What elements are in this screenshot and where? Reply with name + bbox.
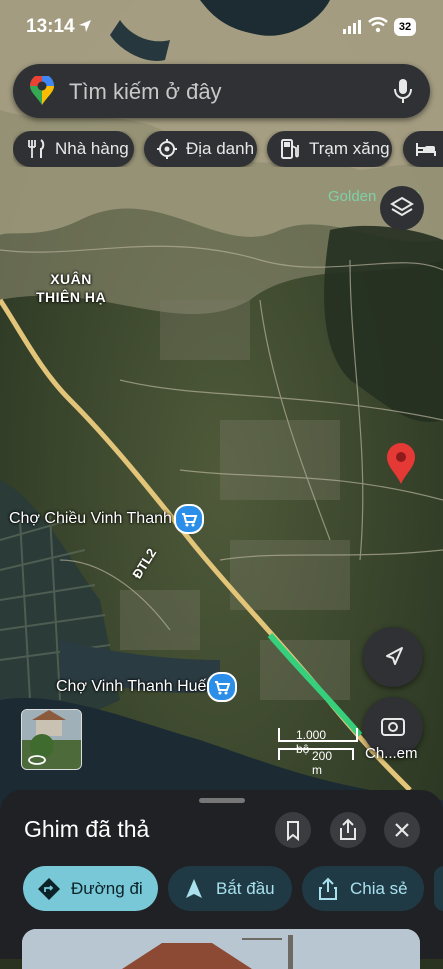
chip-label: Địa danh [186, 139, 255, 158]
navigation-arrow-icon [386, 647, 403, 665]
google-maps-pin-icon [30, 76, 54, 105]
gas-station-icon [281, 139, 299, 159]
share-button[interactable]: Chia sẻ [302, 866, 424, 911]
street-view-thumbnail[interactable] [21, 709, 82, 770]
layers-button[interactable] [380, 186, 424, 230]
sheet-title: Ghim đã thả [24, 816, 150, 842]
category-chips: Nhà hàng Địa danh Trạm xăng K [13, 131, 443, 167]
drag-handle[interactable] [199, 798, 245, 803]
status-time: 13:14 [26, 16, 75, 37]
battery-icon: 32 [394, 18, 416, 36]
camera-label: Ch...em [365, 745, 418, 762]
location-arrow-icon [79, 20, 91, 32]
shopping-cart-icon[interactable] [207, 672, 237, 702]
my-location-button[interactable] [363, 627, 423, 687]
chip-landmarks[interactable]: Địa danh [144, 131, 257, 167]
place-photo[interactable] [22, 929, 420, 969]
house-photo [22, 929, 420, 969]
chip-label: Nhà hàng [55, 139, 129, 158]
directions-icon [38, 877, 60, 900]
place-bottom-sheet[interactable]: Ghim đã thả Đường đi Bắt đầu Chia sẻ [0, 790, 443, 969]
chip-label: Trạm xăng [309, 139, 390, 158]
dropped-pin-icon[interactable] [386, 443, 416, 485]
rotate-360-icon [28, 755, 46, 765]
search-bar[interactable]: Tìm kiếm ở đây [13, 64, 430, 118]
share-icon [340, 818, 356, 840]
start-button[interactable]: Bắt đầu [168, 866, 292, 911]
navigation-arrow-icon [186, 878, 202, 898]
status-bar: 13:14 32 [0, 0, 443, 56]
close-button[interactable] [384, 812, 420, 848]
search-input[interactable]: Tìm kiếm ở đây [69, 79, 222, 105]
poi-label-cho-vinh-thanh[interactable]: Chợ Vinh Thanh Huế [56, 678, 206, 696]
area-label-line2: THIÊN HẠ [36, 289, 107, 305]
poi-label-cho-chieu[interactable]: Chợ Chiều Vinh Thanh [9, 510, 172, 528]
directions-button[interactable]: Đường đi [23, 866, 158, 911]
fork-knife-icon [28, 139, 45, 158]
layers-icon [390, 196, 414, 217]
chip-gas-stations[interactable]: Trạm xăng [267, 131, 392, 167]
save-button[interactable] [275, 812, 311, 848]
shopping-cart-icon[interactable] [174, 504, 204, 534]
directions-label: Đường đi [71, 878, 143, 898]
chip-restaurants[interactable]: Nhà hàng [13, 131, 134, 167]
share-icon [319, 877, 337, 900]
bookmark-icon [287, 821, 299, 842]
landmark-icon [157, 139, 177, 159]
hotel-icon [416, 143, 436, 156]
area-label: XUÂN THIÊN HẠ [36, 270, 106, 306]
start-label: Bắt đầu [216, 878, 275, 898]
chip-hotels[interactable]: K [403, 131, 443, 167]
microphone-icon[interactable] [393, 78, 413, 104]
close-icon [395, 823, 409, 837]
share-label: Chia sẻ [350, 878, 408, 898]
signal-icon [343, 20, 361, 34]
share-icon-button[interactable] [330, 812, 366, 848]
scale-label-meters: 200 m [312, 749, 333, 777]
wifi-icon [368, 17, 388, 33]
more-actions-button[interactable] [434, 866, 443, 911]
area-label-line1: XUÂN [50, 271, 92, 287]
